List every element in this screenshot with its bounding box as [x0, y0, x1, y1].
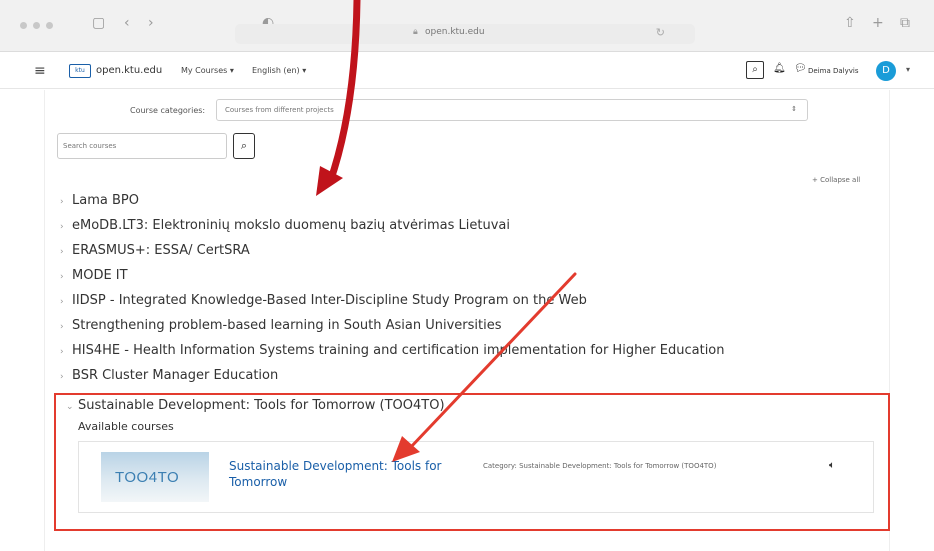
- course-title-link[interactable]: Sustainable Development: Tools for Tomor…: [229, 458, 459, 490]
- chevron-down-icon[interactable]: ▾: [906, 65, 910, 74]
- category-list: › Lama BPO › eMoDB.LT3: Elektroninių moksl…: [60, 192, 725, 392]
- expanded-category-name: Sustainable Development: Tools for Tomor…: [78, 398, 445, 413]
- category-item[interactable]: › ERASMUS+: ESSA/ CertSRA: [60, 242, 725, 267]
- reload-icon[interactable]: ↻: [656, 26, 665, 39]
- collapse-all-link[interactable]: + Collapse all: [812, 176, 860, 184]
- address-bar[interactable]: 🔒︎ open.ktu.edu ↻: [235, 24, 695, 44]
- category-item[interactable]: › Strengthening problem-based learning in…: [60, 317, 725, 342]
- search-courses-input[interactable]: [57, 133, 227, 159]
- chevron-right-icon: ›: [60, 247, 64, 257]
- course-category: Category: Sustainable Development: Tools…: [483, 462, 717, 470]
- chevron-right-icon: ›: [60, 197, 64, 207]
- chevron-right-icon: ›: [60, 347, 64, 357]
- site-navbar: ≡ ktu open.ktu.edu My Courses ▾ English …: [0, 53, 934, 89]
- user-name[interactable]: Deima Dalyvis: [808, 67, 858, 75]
- search-courses-button[interactable]: ⌕: [233, 133, 255, 159]
- category-select-value: Courses from different projects: [225, 106, 334, 114]
- course-thumbnail[interactable]: TOO4TO: [101, 452, 209, 502]
- site-name[interactable]: open.ktu.edu: [96, 65, 162, 76]
- category-item[interactable]: › IIDSP - Integrated Knowledge-Based Inte…: [60, 292, 725, 317]
- chevron-right-icon: ›: [60, 322, 64, 332]
- back-icon[interactable]: ‹: [124, 14, 130, 32]
- course-card: TOO4TO Sustainable Development: Tools fo…: [78, 441, 874, 513]
- new-tab-icon[interactable]: +: [872, 14, 884, 32]
- search-icon: ⌕: [240, 139, 248, 152]
- available-courses-label: Available courses: [78, 420, 174, 433]
- browser-toolbar: ▢ ‹ › ◐ 🔒︎ open.ktu.edu ↻ ⇧ + ⧉: [0, 0, 934, 52]
- expanded-category-item[interactable]: ⌄ Sustainable Development: Tools for Tomo…: [66, 398, 445, 413]
- lock-icon: 🔒︎: [413, 27, 418, 37]
- chevron-right-icon: ›: [60, 272, 64, 282]
- sidebar-toggle-icon[interactable]: ▢: [92, 14, 105, 32]
- category-item[interactable]: › HIS4HE - Health Information Systems tra…: [60, 342, 725, 367]
- chevron-right-icon: ›: [60, 297, 64, 307]
- category-item[interactable]: › Lama BPO: [60, 192, 725, 217]
- chat-icon[interactable]: 💬︎: [794, 63, 807, 74]
- chevron-right-icon: ›: [60, 372, 64, 382]
- share-icon[interactable]: ⇧: [844, 14, 856, 32]
- avatar[interactable]: D: [876, 61, 896, 81]
- category-select-label: Course categories:: [130, 106, 206, 115]
- speaker-icon[interactable]: 🔈︎: [829, 460, 835, 471]
- forward-icon[interactable]: ›: [148, 14, 154, 32]
- category-item[interactable]: › BSR Cluster Manager Education: [60, 367, 725, 392]
- url-text: open.ktu.edu: [425, 27, 485, 37]
- search-icon[interactable]: ⌕: [746, 61, 764, 79]
- language-menu[interactable]: English (en) ▾: [252, 66, 306, 75]
- category-item[interactable]: › MODE IT: [60, 267, 725, 292]
- chevron-down-icon: ⌄: [66, 402, 74, 412]
- bell-icon[interactable]: 🔔︎: [773, 63, 786, 74]
- menu-icon[interactable]: ≡: [34, 63, 46, 79]
- site-logo[interactable]: ktu: [69, 64, 91, 78]
- my-courses-menu[interactable]: My Courses ▾: [181, 66, 234, 75]
- chevron-right-icon: ›: [60, 222, 64, 232]
- course-thumbnail-text: TOO4TO: [115, 469, 180, 486]
- category-select[interactable]: Courses from different projects ⇕: [216, 99, 808, 121]
- window-controls[interactable]: [20, 22, 53, 29]
- category-item[interactable]: › eMoDB.LT3: Elektroninių mokslo duomenų …: [60, 217, 725, 242]
- select-arrows-icon: ⇕: [791, 105, 797, 113]
- tabs-icon[interactable]: ⧉: [900, 14, 910, 32]
